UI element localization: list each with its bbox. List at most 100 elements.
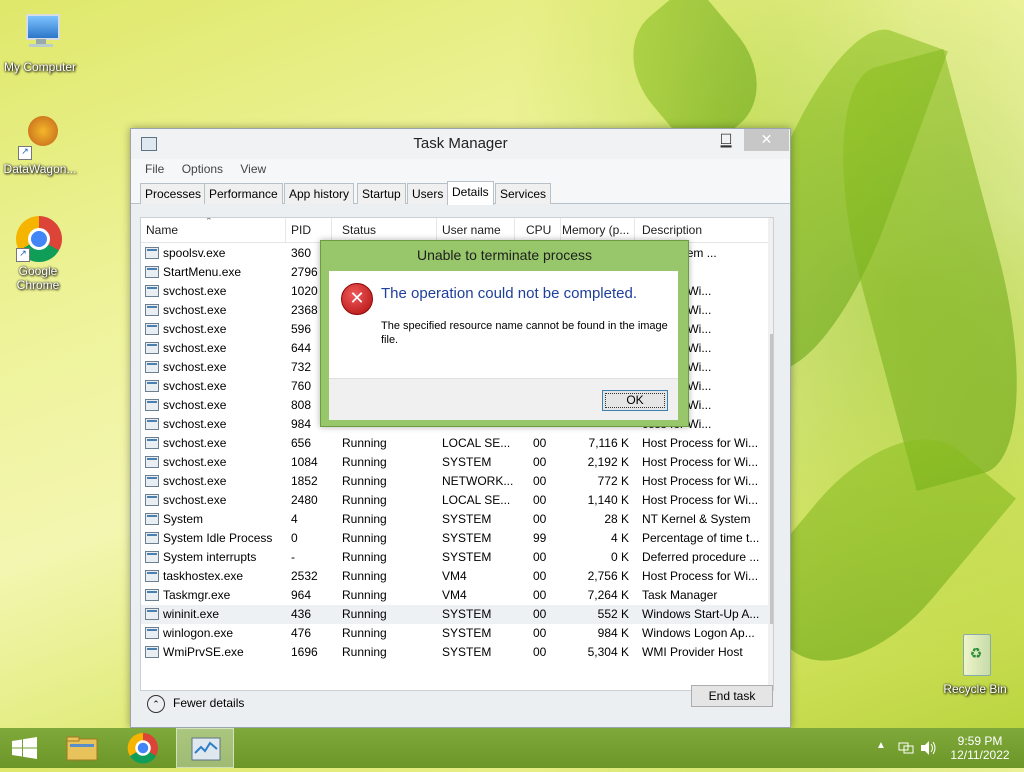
- process-icon: [145, 532, 159, 544]
- cell-desc: NT Kernel & System: [642, 512, 751, 526]
- column-header-user-name[interactable]: User name: [437, 218, 515, 242]
- cell-status: Running: [342, 436, 387, 450]
- table-row[interactable]: taskhostex.exe 2532 Running VM4 00 2,756 K Hos…: [141, 567, 768, 586]
- table-row[interactable]: svchost.exe 1852 Running NETWORK... 00 772 KH…: [141, 472, 768, 491]
- tab-details[interactable]: Details: [447, 181, 494, 205]
- menu-bar: File Options View: [131, 159, 790, 181]
- table-row[interactable]: svchost.exe 2480 Running LOCAL SE... 00 1,140…: [141, 491, 768, 510]
- column-header-memory[interactable]: Memory (p...: [557, 218, 635, 242]
- dialog-main-instruction: The operation could not be completed.: [381, 285, 638, 302]
- close-button[interactable]: ✕: [744, 129, 789, 151]
- clock-date: 12/11/2022: [950, 748, 1010, 762]
- scroll-up-arrow-icon[interactable]: ▲: [768, 218, 773, 234]
- cell-name: svchost.exe: [163, 284, 227, 298]
- column-header-pid[interactable]: PID: [286, 218, 332, 242]
- cell-user: NETWORK...: [442, 474, 514, 488]
- network-icon[interactable]: [898, 740, 914, 756]
- tab-startup[interactable]: Startup: [357, 183, 406, 204]
- cell-status: Running: [342, 493, 387, 507]
- chrome-icon: ↗: [14, 214, 62, 262]
- ok-button[interactable]: OK: [602, 390, 668, 411]
- maximize-button[interactable]: ☐: [711, 129, 741, 151]
- table-row[interactable]: wininit.exe 436 Running SYSTEM 00 552 K Window…: [141, 605, 768, 624]
- tab-services[interactable]: Services: [495, 183, 552, 204]
- cell-mem: 7,116 K: [588, 436, 629, 450]
- cell-name: svchost.exe: [163, 474, 227, 488]
- desktop-icon-recycle-bin[interactable]: ♻ Recycle Bin: [935, 632, 1015, 696]
- cell-name: svchost.exe: [163, 417, 227, 431]
- tab-users[interactable]: Users: [407, 183, 449, 204]
- column-header-status[interactable]: Status: [337, 218, 437, 242]
- taskbar-chrome[interactable]: [118, 728, 168, 768]
- cell-name: svchost.exe: [163, 493, 227, 507]
- cell-user: LOCAL SE...: [442, 436, 511, 450]
- column-header-name[interactable]: ⌃ Name: [141, 218, 286, 242]
- cell-pid: 4: [291, 512, 298, 526]
- cell-desc: Percentage of time t...: [642, 531, 760, 545]
- cell-desc: Windows Start-Up A...: [642, 607, 760, 621]
- scrollbar-thumb[interactable]: [770, 334, 773, 624]
- cell-user: SYSTEM: [442, 455, 492, 469]
- taskbar-clock[interactable]: 9:59 PM 12/11/2022: [945, 734, 1015, 762]
- tab-performance[interactable]: Performance: [204, 183, 283, 204]
- end-task-button[interactable]: End task: [691, 685, 773, 707]
- cell-user: VM4: [442, 588, 467, 602]
- table-row[interactable]: System interrupts - Running SYSTEM 00 0 K Defe…: [141, 548, 768, 567]
- table-row[interactable]: WmiPrvSE.exe 1696 Running SYSTEM 00 5,304 K WM…: [141, 643, 768, 662]
- table-row[interactable]: winlogon.exe 476 Running SYSTEM 00 984 K Windo…: [141, 624, 768, 643]
- cell-pid: 2532: [291, 569, 318, 583]
- menu-view[interactable]: View: [240, 162, 266, 176]
- clock-time: 9:59 PM: [957, 734, 1003, 748]
- desktop-icon-google-chrome[interactable]: ↗ Google Chrome: [0, 214, 78, 292]
- cell-user: SYSTEM: [442, 531, 492, 545]
- cell-desc: Host Process for Wi...: [642, 569, 759, 583]
- volume-icon[interactable]: [920, 740, 938, 756]
- column-header-description[interactable]: Description: [637, 218, 768, 242]
- taskbar-file-explorer[interactable]: [57, 728, 107, 768]
- vertical-scrollbar[interactable]: ▲ ▼: [768, 218, 773, 690]
- dialog-footer: OK: [329, 378, 678, 420]
- cell-status: Running: [342, 550, 387, 564]
- computer-icon: [16, 10, 64, 58]
- cell-status: Running: [342, 588, 387, 602]
- cell-desc: Windows Logon Ap...: [642, 626, 755, 640]
- cell-name: spoolsv.exe: [163, 246, 226, 260]
- cell-name: System interrupts: [163, 550, 257, 564]
- cell-status: Running: [342, 607, 387, 621]
- cell-user: SYSTEM: [442, 512, 492, 526]
- cell-pid: -: [291, 550, 295, 564]
- menu-file[interactable]: File: [145, 162, 164, 176]
- cell-name: svchost.exe: [163, 303, 227, 317]
- process-icon: [145, 551, 159, 563]
- taskbar-task-manager[interactable]: [176, 728, 234, 768]
- cell-desc: Host Process for Wi...: [642, 493, 759, 507]
- tab-processes[interactable]: Processes: [140, 183, 207, 204]
- menu-options[interactable]: Options: [182, 162, 223, 176]
- show-hidden-icons-icon[interactable]: ▲: [876, 740, 886, 751]
- table-row[interactable]: Taskmgr.exe 964 Running VM4 00 7,264 K Task Ma…: [141, 586, 768, 605]
- cell-user: SYSTEM: [442, 626, 492, 640]
- cell-mem: 0 K: [610, 550, 629, 564]
- cell-desc: Host Process for Wi...: [642, 436, 759, 450]
- cell-status: Running: [342, 531, 387, 545]
- desktop-icon-my-computer[interactable]: My Computer: [0, 10, 80, 74]
- start-button[interactable]: [0, 728, 50, 768]
- process-icon: [145, 304, 159, 316]
- column-header-cpu[interactable]: CPU: [521, 218, 561, 242]
- task-manager-icon: [191, 737, 221, 761]
- cell-mem: 772 K: [597, 474, 629, 488]
- cell-mem: 7,264 K: [587, 588, 629, 602]
- desktop-icon-datawagon[interactable]: ↗ DataWagon...: [0, 112, 80, 176]
- cell-pid: 436: [291, 607, 312, 621]
- title-bar[interactable]: Task Manager ▁ ☐ ✕: [131, 129, 790, 159]
- error-dialog: Unable to terminate process ✕ The operat…: [320, 240, 689, 427]
- taskbar: ▲ 9:59 PM 12/11/2022: [0, 728, 1024, 768]
- table-row[interactable]: System Idle Process 0 Running SYSTEM 99 4 K Pe…: [141, 529, 768, 548]
- table-row[interactable]: System 4 Running SYSTEM 00 28 K NT Kernel & Sy…: [141, 510, 768, 529]
- desktop-icon-label: DataWagon...: [3, 162, 77, 176]
- table-row[interactable]: svchost.exe 1084 Running SYSTEM 00 2,192 K Hos…: [141, 453, 768, 472]
- table-row[interactable]: svchost.exe 656 Running LOCAL SE... 00 7,116 …: [141, 434, 768, 453]
- cell-status: Running: [342, 569, 387, 583]
- error-icon: ✕: [341, 283, 373, 315]
- tab-app-history[interactable]: App history: [284, 183, 355, 204]
